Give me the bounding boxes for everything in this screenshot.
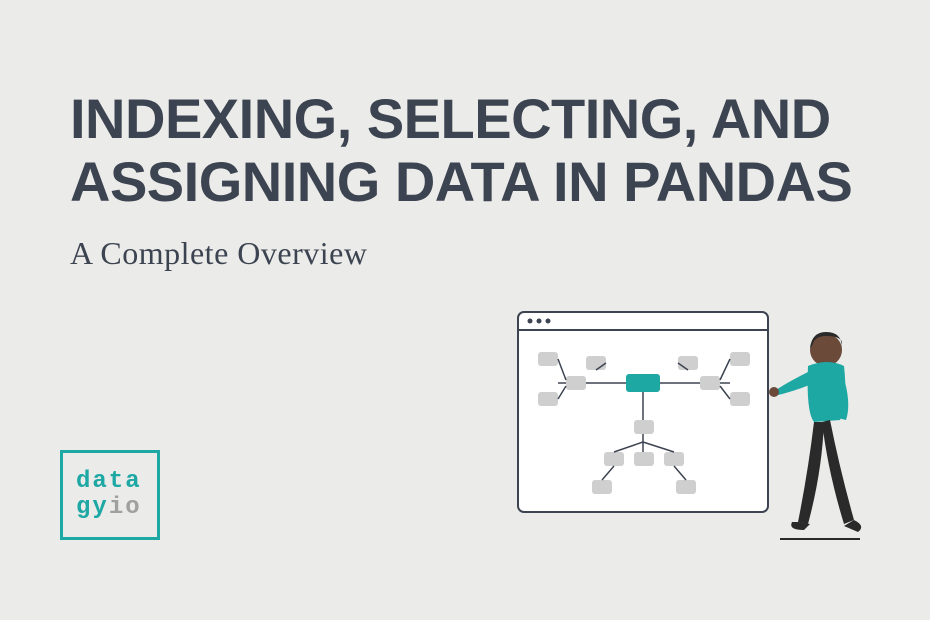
diagram-illustration: [508, 302, 878, 562]
page-subtitle: A Complete Overview: [70, 235, 367, 272]
logo-line2: gyio: [76, 495, 142, 521]
page-title: INDEXING, SELECTING, AND ASSIGNING DATA …: [70, 88, 890, 213]
datagy-logo: data gyio: [60, 450, 160, 540]
ground-line: [780, 538, 860, 540]
person-icon: [769, 332, 861, 532]
logo-line1: data: [76, 469, 142, 495]
